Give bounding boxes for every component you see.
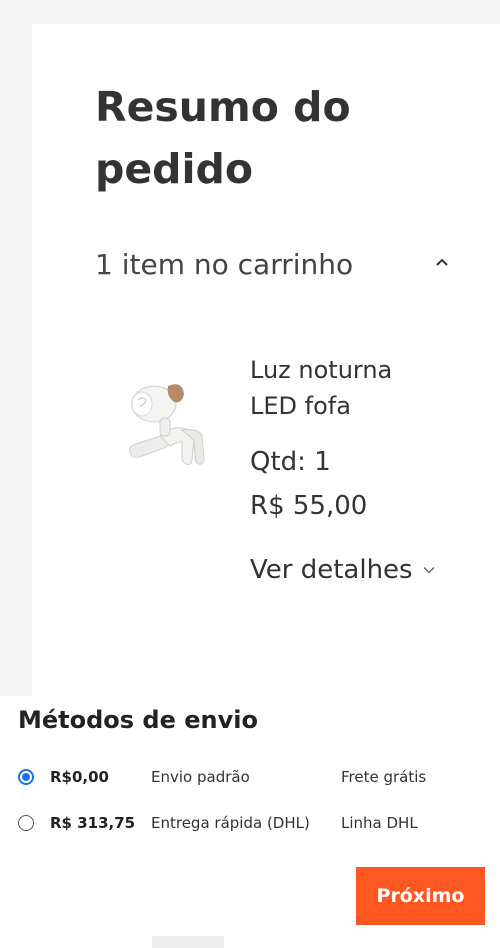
shipping-methods-title: Métodos de envio [18,706,258,734]
view-details-label: Ver detalhes [250,555,413,585]
shipping-methods-section: Métodos de envio R$0,00 Envio padrão Fre… [0,696,500,948]
shipping-option-standard[interactable]: R$0,00 Envio padrão Frete grátis [0,763,500,793]
product-name: Luz noturna LED fofa [250,356,393,420]
cart-items-toggle[interactable]: 1 item no carrinho [95,242,455,286]
view-details-toggle[interactable]: Ver detalhes [250,552,435,588]
shipping-radio-standard[interactable] [18,769,34,785]
shipping-option-note: Frete grátis [341,768,427,786]
cart-count-label: 1 item no carrinho [95,248,354,281]
chevron-up-icon [436,258,448,266]
shipping-option-note: Linha DHL [341,814,418,832]
page-title: Resumo do pedido [95,83,351,193]
product-quantity: Qtd: 1 [250,447,331,477]
shipping-option-method: Entrega rápida (DHL) [151,814,310,832]
product-info: Luz noturna LED fofa Qtd: 1 R$ 55,00 [250,352,470,524]
shipping-option-price: R$ 313,75 [50,814,136,832]
product-image [129,384,205,465]
order-summary-card: Resumo do pedido 1 item no carrinho Luz … [32,24,500,696]
shipping-option-express[interactable]: R$ 313,75 Entrega rápida (DHL) Linha DHL [0,809,500,839]
shipping-option-method: Envio padrão [151,768,250,786]
shipping-option-price: R$0,00 [50,768,109,786]
next-button[interactable]: Próximo [356,867,485,925]
chevron-down-icon [423,566,435,574]
bottom-handle [152,936,224,948]
product-price: R$ 55,00 [250,491,368,521]
shipping-radio-express[interactable] [18,815,34,831]
